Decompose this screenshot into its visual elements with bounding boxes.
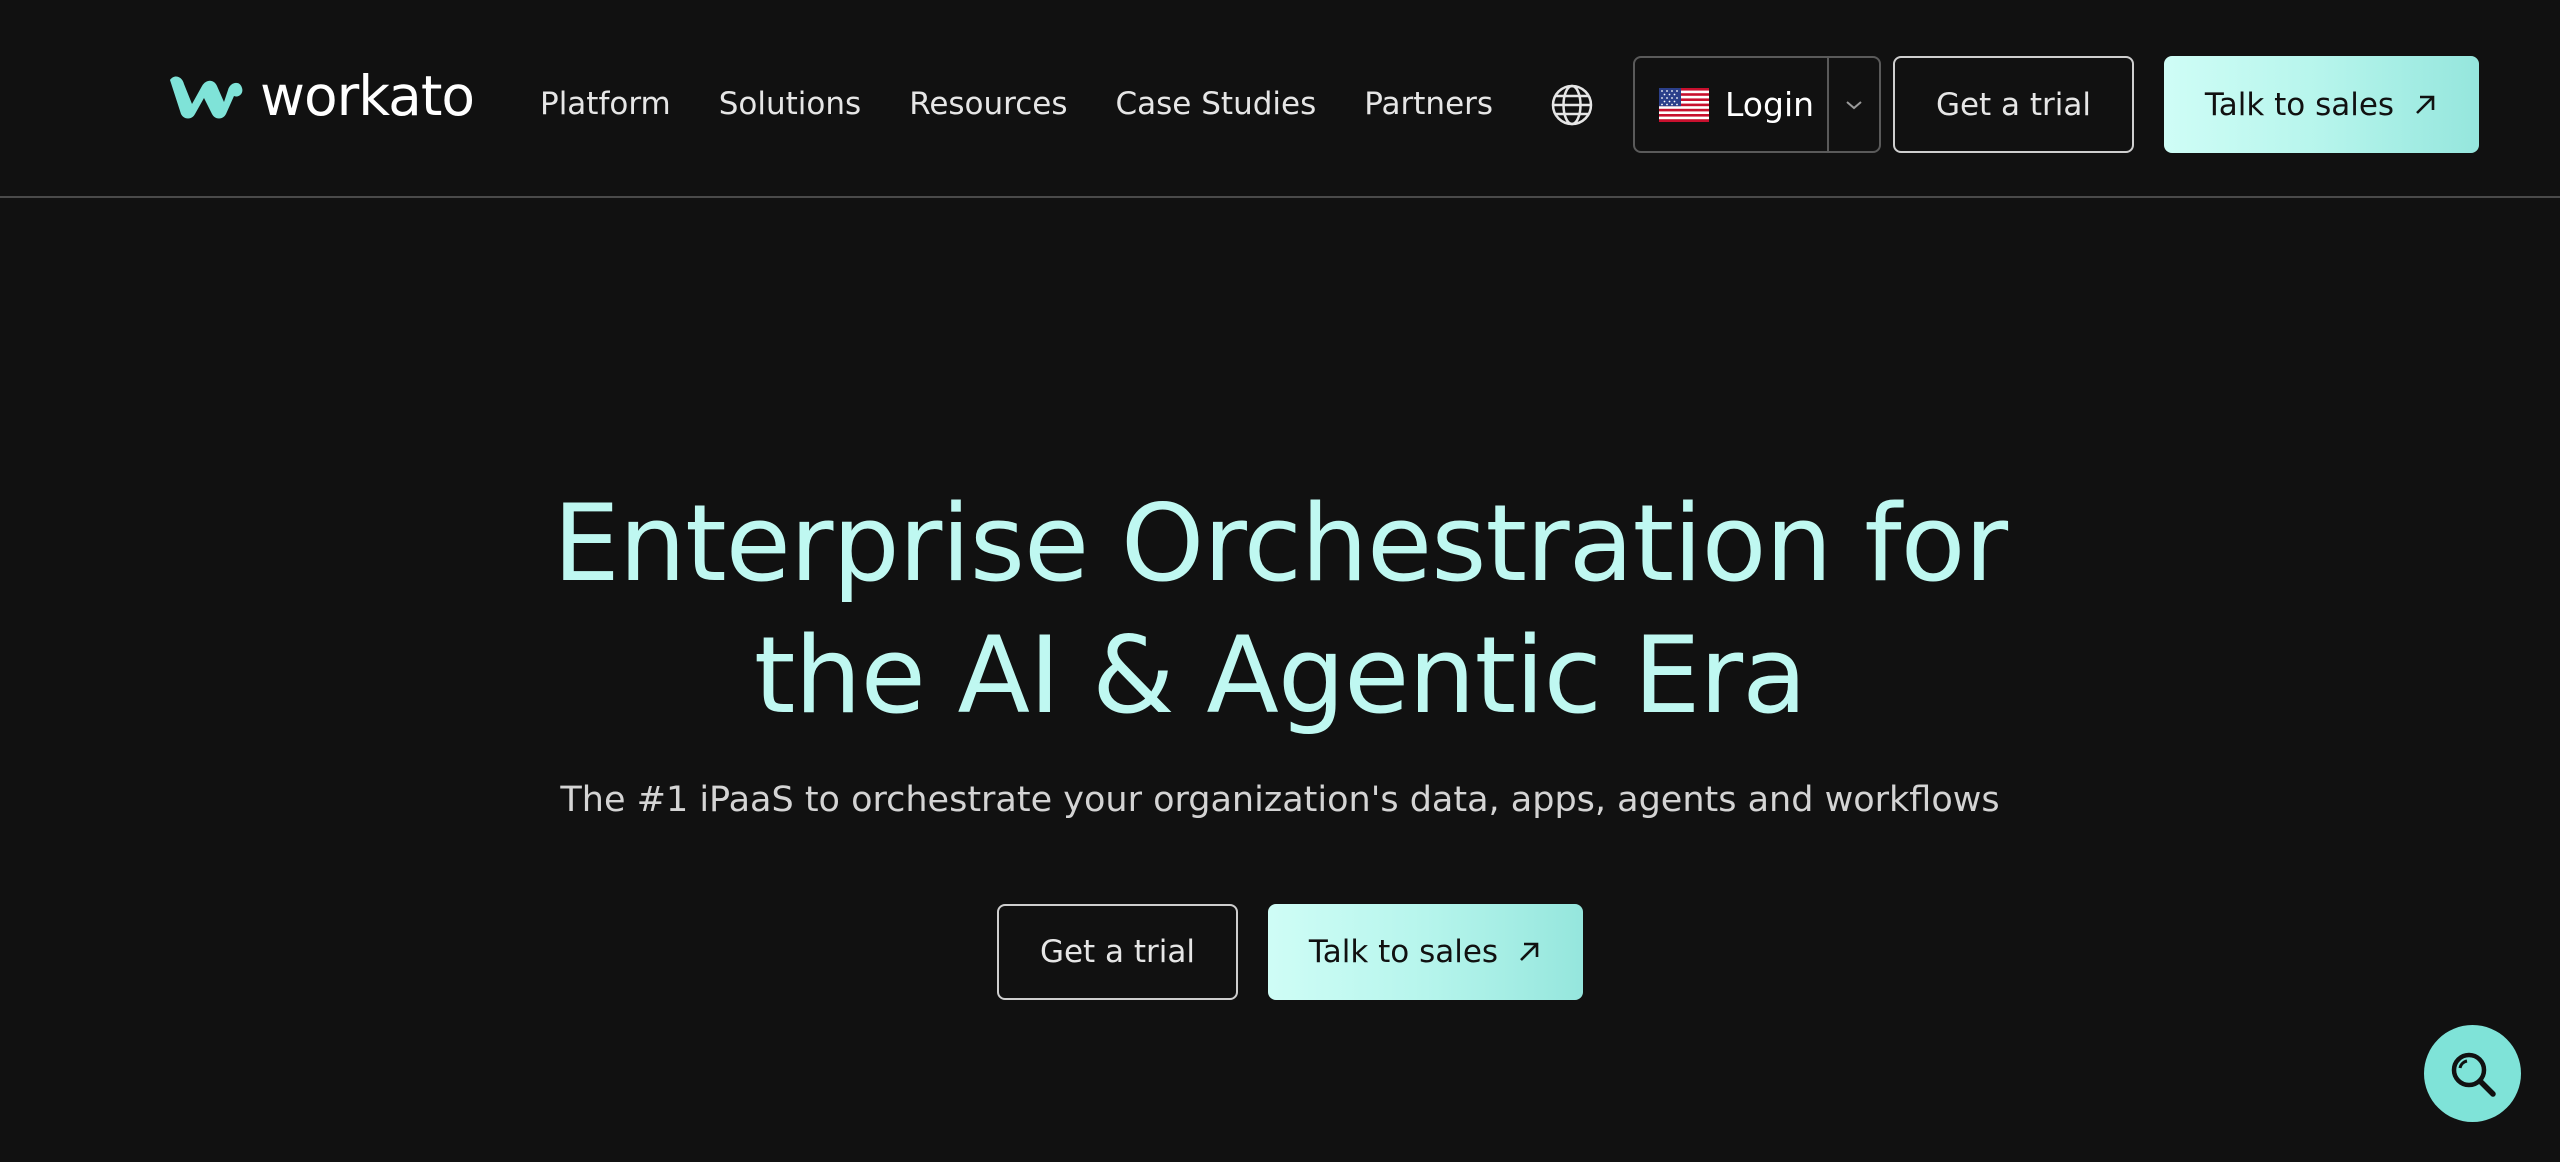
arrow-up-right-icon [1520,942,1539,961]
nav-resources[interactable]: Resources [909,86,1067,122]
nav-platform[interactable]: Platform [540,86,671,122]
site-header: workato Platform Solutions Resources Cas… [0,0,2560,198]
arrow-up-right-icon [2416,95,2435,114]
login-button[interactable]: Login [1635,58,1827,151]
nav-case-studies[interactable]: Case Studies [1116,86,1317,122]
hero-talk-to-sales-button[interactable]: Talk to sales [1268,904,1583,1000]
hero-title-line-2: the AI & Agentic Era [753,614,1807,737]
header-talk-to-sales-label: Talk to sales [2204,86,2395,123]
logo-wordmark: workato [260,64,475,128]
header-get-trial-button[interactable]: Get a trial [1893,56,2134,153]
search-assistant-button[interactable] [2424,1025,2521,1122]
hero-title-line-1: Enterprise Orchestration for [552,482,2008,605]
us-flag-icon [1659,87,1709,122]
hero-subtitle: The #1 iPaaS to orchestrate your organiz… [560,780,2000,820]
login-dropdown-toggle[interactable] [1827,58,1879,151]
hero-get-trial-button[interactable]: Get a trial [997,904,1238,1000]
header-get-trial-label: Get a trial [1935,86,2092,123]
workato-logo[interactable]: workato [162,64,475,128]
hero-get-trial-label: Get a trial [1039,934,1196,970]
page: workato Platform Solutions Resources Cas… [0,0,2560,1162]
main-nav: Platform Solutions Resources Case Studie… [540,80,1541,128]
hero-talk-to-sales-label: Talk to sales [1308,934,1499,970]
nav-partners[interactable]: Partners [1364,86,1493,122]
search-icon [2451,1052,2496,1097]
chevron-down-icon [1846,100,1862,109]
header-talk-to-sales-button[interactable]: Talk to sales [2164,56,2479,153]
login-control: Login [1633,56,1881,153]
login-label: Login [1725,85,1815,124]
nav-solutions[interactable]: Solutions [719,86,861,122]
hero-title: Enterprise Orchestration for the AI & Ag… [0,478,2560,742]
workato-logo-icon [170,76,243,119]
globe-icon[interactable] [1550,83,1594,127]
